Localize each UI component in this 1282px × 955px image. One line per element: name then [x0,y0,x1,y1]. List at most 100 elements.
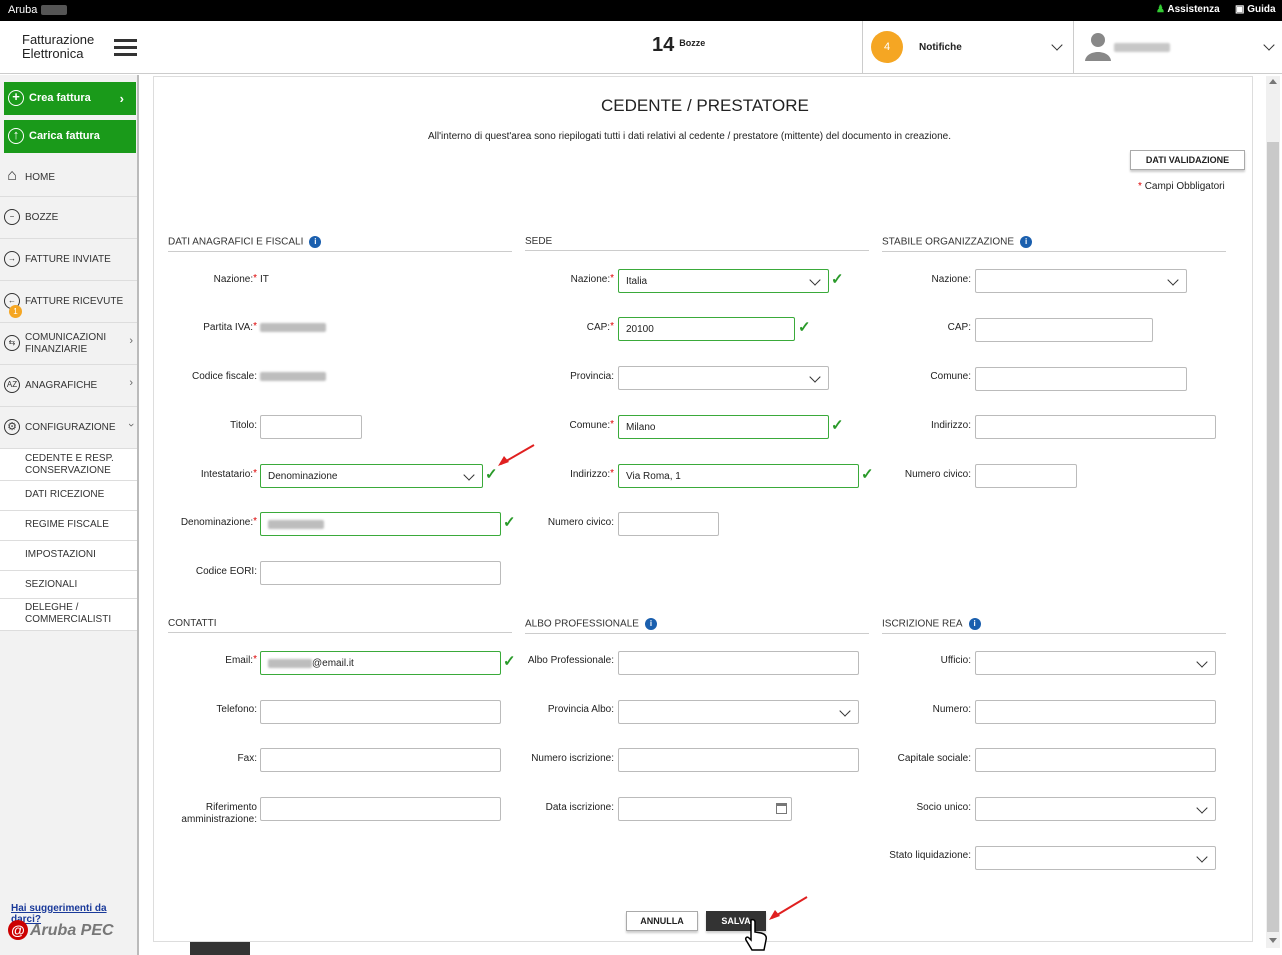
denominazione-input[interactable] [260,512,501,536]
menu-icon[interactable] [114,39,137,56]
label-numero-iscrizione: Numero iscrizione: [531,753,614,764]
chevron-down-icon [1263,39,1275,51]
label-albo: Albo Professionale: [527,655,614,666]
label-fax: Fax: [237,753,257,764]
sede-comune-input[interactable]: Milano [618,415,829,439]
chevron-down-icon [1196,851,1208,863]
sidebar-sub-dati-ricezione[interactable]: DATI RICEZIONE [0,481,137,511]
fax-input[interactable] [260,748,501,772]
book-icon: ▣ [1235,4,1245,15]
label-capitale: Capitale sociale: [897,753,971,764]
plus-icon: + [8,90,24,106]
codice-fiscale-value [260,371,326,382]
received-badge: 1 [9,305,22,318]
sede-indirizzo-input[interactable]: Via Roma, 1 [618,464,859,488]
sidebar-item-registry[interactable]: AZ ANAGRAFICHE › [0,365,137,407]
top-bar: Aruba ♟ Assistenza ▣ Guida [0,0,1282,21]
sede-cap-input[interactable]: 20100 [618,317,795,341]
sede-nazione-select[interactable]: Italia [618,269,829,293]
info-icon[interactable]: i [1020,236,1033,248]
section-stabile: STABILE ORGANIZZAZIONE i [882,236,1226,252]
label-intestatario: Intestatario:* [200,468,257,480]
sidebar-item-home[interactable]: ⌂ HOME [0,159,137,197]
drafts-counter[interactable]: 14 Bozze [652,34,705,57]
upload-invoice-button[interactable]: ↑ Carica fattura [4,120,136,153]
label-sede-provincia: Provincia: [570,371,614,382]
albo-input[interactable] [618,651,859,675]
scrollbar[interactable] [1266,76,1280,948]
label-sede-civico: Numero civico: [547,517,614,528]
label-stato-liquidazione: Stato liquidazione: [889,850,971,861]
user-menu[interactable] [1074,21,1282,74]
check-icon: ✓ [798,319,811,336]
app-logo[interactable]: Fatturazione Elettronica [22,33,94,61]
calendar-icon[interactable] [776,803,787,814]
validation-data-button[interactable]: DATI VALIDAZIONE [1130,150,1245,170]
socio-unico-select[interactable] [975,797,1216,821]
label-partita-iva: Partita IVA:* [203,321,257,333]
cancel-button[interactable]: ANNULLA [626,911,698,931]
sidebar-item-received-invoices[interactable]: ← 1 FATTURE RICEVUTE [0,281,137,323]
email-input[interactable]: @email.it [260,651,501,675]
assistance-link[interactable]: ♟ Assistenza [1156,4,1220,15]
info-icon[interactable]: i [309,236,322,248]
rea-numero-input[interactable] [975,700,1216,724]
telefono-input[interactable] [260,700,501,724]
sidebar-item-drafts[interactable]: − BOZZE [0,197,137,239]
chevron-down-icon [1196,802,1208,814]
sidebar-item-configuration[interactable]: ⚙ CONFIGURAZIONE › [0,407,137,449]
chevron-down-icon [809,274,821,286]
chevron-down-icon: › [125,423,138,427]
notifications-badge: 4 [871,31,903,63]
stato-liquidazione-select[interactable] [975,846,1216,870]
sede-civico-input[interactable] [618,512,719,536]
section-anagrafici: DATI ANAGRAFICI E FISCALI i [168,236,512,252]
drafts-count: 14 [652,34,675,56]
titolo-input[interactable] [260,415,362,439]
sidebar-sub-cedente[interactable]: CEDENTE E RESP. CONSERVAZIONE [0,449,137,481]
stabile-cap-input[interactable] [975,318,1153,342]
stabile-comune-input[interactable] [975,367,1187,391]
info-icon[interactable]: i [644,618,657,630]
label-sede-indirizzo: Indirizzo:* [570,468,614,480]
label-rea-numero: Numero: [932,704,971,715]
guide-link[interactable]: ▣ Guida [1235,4,1276,15]
label-ufficio: Ufficio: [940,655,971,666]
upload-icon: ↑ [8,128,24,144]
capitale-input[interactable] [975,748,1216,772]
data-iscrizione-input[interactable] [618,797,792,821]
numero-iscrizione-input[interactable] [618,748,859,772]
page-title: CEDENTE / PRESTATORE [601,96,809,115]
riferimento-input[interactable] [260,797,501,821]
intestatario-select[interactable]: Denominazione [260,464,483,488]
label-socio-unico: Socio unico: [916,802,971,813]
hand-cursor-icon [745,918,767,951]
sidebar-sub-impostazioni[interactable]: IMPOSTAZIONI [0,541,137,571]
annotation-arrow-icon [769,896,808,920]
home-icon: ⌂ [7,167,17,184]
sent-icon: → [4,251,20,267]
page-description: All'interno di quest'area sono riepiloga… [428,131,951,142]
stabile-civico-input[interactable] [975,464,1077,488]
ufficio-select[interactable] [975,651,1216,675]
registry-icon: AZ [4,377,20,393]
sidebar: + Crea fattura › ↑ Carica fattura ⌂ HOME − BO… [0,75,139,955]
provincia-albo-select[interactable] [618,700,859,724]
label-email: Email:* [225,654,257,666]
notifications-dropdown[interactable]: 4 Notifiche [863,21,1073,74]
sidebar-sub-regime-fiscale[interactable]: REGIME FISCALE [0,511,137,541]
sidebar-sub-sezionali[interactable]: SEZIONALI [0,571,137,599]
check-icon: ✓ [831,271,844,288]
info-icon[interactable]: i [968,618,981,630]
stabile-nazione-select[interactable] [975,269,1187,293]
create-invoice-button[interactable]: + Crea fattura › [4,82,136,115]
codice-eori-input[interactable] [260,561,501,585]
label-stabile-cap: CAP: [947,322,971,333]
partita-iva-value [260,322,326,333]
sede-provincia-select[interactable] [618,366,829,390]
chevron-right-icon: › [119,91,124,106]
stabile-indirizzo-input[interactable] [975,415,1216,439]
sidebar-item-financial-communications[interactable]: ⇆ COMUNICAZIONI FINANZIARIE › [0,323,137,365]
sidebar-sub-deleghe[interactable]: DELEGHE / COMMERCIALISTI [0,599,137,631]
sidebar-item-sent-invoices[interactable]: → FATTURE INVIATE [0,239,137,281]
